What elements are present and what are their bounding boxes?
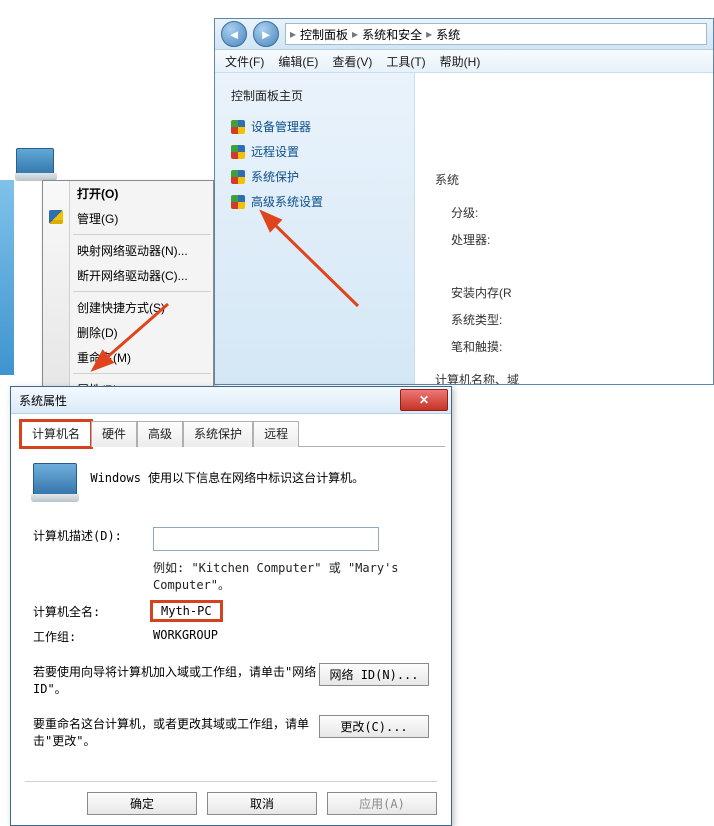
cp-sidebar: 控制面板主页 设备管理器 远程设置 系统保护 高级系统设置	[215, 73, 415, 385]
breadcrumb-item[interactable]: 控制面板	[300, 26, 348, 43]
breadcrumb-sep: ▸	[290, 27, 296, 41]
link-label: 系统保护	[251, 168, 299, 185]
shield-icon	[231, 170, 245, 184]
tab-pane: Windows 使用以下信息在网络中标识这台计算机。 计算机描述(D): 例如:…	[17, 447, 445, 767]
breadcrumb-sep: ▸	[352, 27, 358, 41]
link-label: 设备管理器	[251, 118, 311, 135]
example-text: 例如: "Kitchen Computer" 或 "Mary's Compute…	[153, 559, 429, 593]
tab-remote[interactable]: 远程	[253, 421, 299, 447]
computer-icon	[33, 463, 77, 499]
breadcrumb-item[interactable]: 系统和安全	[362, 26, 422, 43]
label-processor: 处理器:	[451, 231, 703, 248]
input-description[interactable]	[153, 527, 379, 551]
cp-menubar: 文件(F) 编辑(E) 查看(V) 工具(T) 帮助(H)	[215, 50, 713, 73]
control-panel-window: ◄ ► ▸ 控制面板 ▸ 系统和安全 ▸ 系统 文件(F) 编辑(E) 查看(V…	[214, 18, 714, 385]
apply-button[interactable]: 应用(A)	[327, 792, 437, 815]
label-fullname: 计算机全名:	[33, 603, 153, 620]
shield-icon	[231, 145, 245, 159]
address-bar[interactable]: ▸ 控制面板 ▸ 系统和安全 ▸ 系统	[285, 23, 707, 45]
link-advanced-settings[interactable]: 高级系统设置	[231, 193, 398, 210]
menu-create-shortcut[interactable]: 创建快捷方式(S)	[43, 295, 213, 320]
shield-icon	[231, 195, 245, 209]
label-category: 分级:	[451, 204, 703, 221]
label-description: 计算机描述(D):	[33, 527, 153, 544]
menu-separator	[73, 291, 211, 292]
dialog-button-row: 确定 取消 应用(A)	[25, 781, 437, 815]
shield-icon	[231, 120, 245, 134]
breadcrumb-item[interactable]: 系统	[436, 26, 460, 43]
menu-file[interactable]: 文件(F)	[225, 53, 264, 70]
menu-map-drive[interactable]: 映射网络驱动器(N)...	[43, 238, 213, 263]
sys-titlebar: 系统属性 ✕	[11, 387, 451, 414]
intro-text: Windows 使用以下信息在网络中标识这台计算机。	[90, 463, 364, 486]
dialog-title: 系统属性	[19, 392, 67, 409]
tab-system-protection[interactable]: 系统保护	[183, 421, 253, 447]
link-label: 远程设置	[251, 143, 299, 160]
wizard-text: 若要使用向导将计算机加入域或工作组，请单击"网络 ID"。	[33, 663, 333, 697]
menu-separator	[73, 234, 211, 235]
desktop-strip	[0, 180, 14, 375]
cancel-button[interactable]: 取消	[207, 792, 317, 815]
computer-desktop-icon[interactable]	[16, 148, 54, 180]
link-label: 高级系统设置	[251, 193, 323, 210]
label-memory: 安装内存(R	[451, 284, 703, 301]
label-systype: 系统类型:	[451, 311, 703, 328]
cp-main: 系统 分级: 处理器: 安装内存(R 系统类型: 笔和触摸: 计算机名称、域 计…	[415, 73, 713, 385]
shield-icon	[49, 210, 63, 224]
breadcrumb-sep: ▸	[426, 27, 432, 41]
cp-sidebar-title: 控制面板主页	[231, 87, 398, 104]
link-system-protection[interactable]: 系统保护	[231, 168, 398, 185]
menu-view[interactable]: 查看(V)	[332, 53, 372, 70]
label-workgroup: 工作组:	[33, 628, 153, 645]
nav-forward-button[interactable]: ►	[253, 21, 279, 47]
change-button[interactable]: 更改(C)...	[319, 715, 429, 738]
link-remote-settings[interactable]: 远程设置	[231, 143, 398, 160]
tab-advanced[interactable]: 高级	[137, 421, 183, 447]
value-fullname: Myth-PC	[153, 603, 220, 619]
menu-manage[interactable]: 管理(G)	[43, 206, 213, 231]
menu-delete[interactable]: 删除(D)	[43, 320, 213, 345]
rename-text: 要重命名这台计算机，或者更改其域或工作组，请单击"更改"。	[33, 715, 333, 749]
nav-back-button[interactable]: ◄	[221, 21, 247, 47]
menu-rename[interactable]: 重命名(M)	[43, 345, 213, 370]
menu-edit[interactable]: 编辑(E)	[278, 53, 318, 70]
network-id-button[interactable]: 网络 ID(N)...	[319, 663, 429, 686]
tab-hardware[interactable]: 硬件	[91, 421, 137, 447]
tab-computer-name[interactable]: 计算机名	[21, 421, 91, 447]
value-workgroup: WORKGROUP	[153, 628, 218, 642]
menu-help[interactable]: 帮助(H)	[440, 53, 481, 70]
close-icon: ✕	[419, 393, 429, 407]
link-device-manager[interactable]: 设备管理器	[231, 118, 398, 135]
tabstrip: 计算机名 硬件 高级 系统保护 远程	[21, 420, 445, 447]
ok-button[interactable]: 确定	[87, 792, 197, 815]
system-properties-dialog: 系统属性 ✕ 计算机名 硬件 高级 系统保护 远程 Windows 使用以下信息…	[10, 386, 452, 826]
menu-open[interactable]: 打开(O)	[43, 181, 213, 206]
label-pen-touch: 笔和触摸:	[451, 338, 703, 355]
menu-manage-label: 管理(G)	[77, 212, 118, 226]
context-menu: 打开(O) 管理(G) 映射网络驱动器(N)... 断开网络驱动器(C)... …	[42, 180, 214, 403]
menu-tools[interactable]: 工具(T)	[386, 53, 425, 70]
menu-disconnect-drive[interactable]: 断开网络驱动器(C)...	[43, 263, 213, 288]
section-computer-name: 计算机名称、域	[435, 371, 703, 385]
menu-separator	[73, 373, 211, 374]
cp-titlebar: ◄ ► ▸ 控制面板 ▸ 系统和安全 ▸ 系统	[215, 19, 713, 50]
close-button[interactable]: ✕	[400, 389, 448, 411]
section-system: 系统	[435, 171, 703, 188]
